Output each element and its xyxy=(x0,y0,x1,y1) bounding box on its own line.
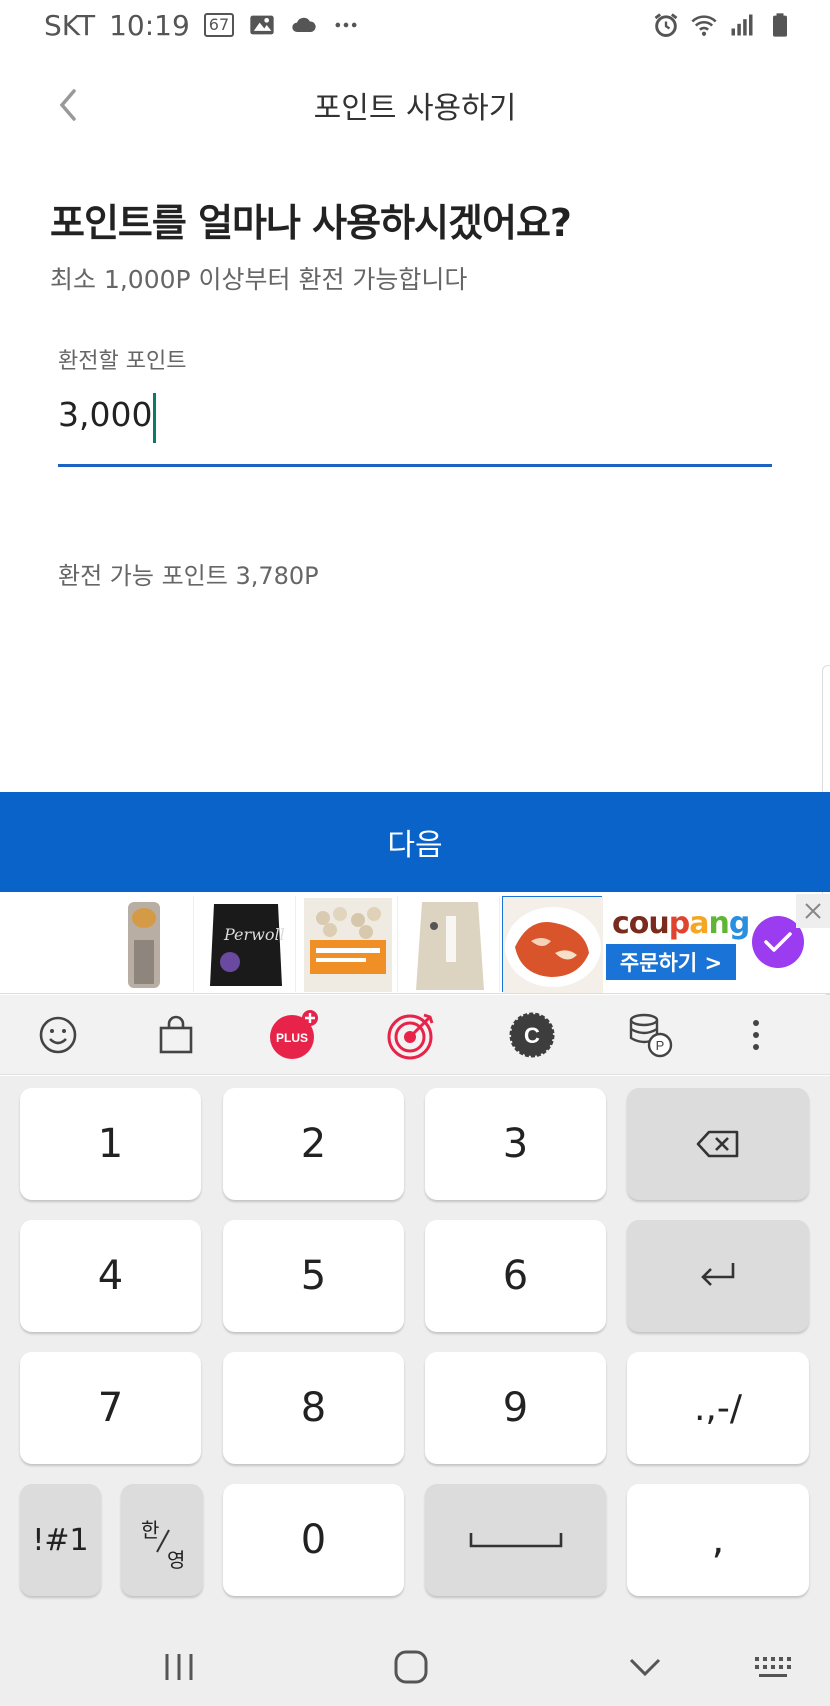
punctuation-key[interactable]: .,-/ xyxy=(627,1352,809,1464)
page-title: 포인트 사용하기 xyxy=(313,91,517,126)
points-input[interactable]: 3,000 xyxy=(58,393,772,467)
chevron-down-icon xyxy=(629,1658,661,1677)
battery-icon xyxy=(773,13,787,37)
more-options-button[interactable] xyxy=(730,1009,782,1061)
carrier-label: SKT xyxy=(44,8,96,42)
ad-product-thumbnail[interactable] xyxy=(298,896,398,992)
home-button[interactable] xyxy=(386,1644,436,1690)
key-6[interactable]: 6 xyxy=(425,1220,606,1332)
home-icon xyxy=(394,1650,428,1684)
points-input-value: 3,000 xyxy=(58,395,153,434)
key-1[interactable]: 1 xyxy=(20,1088,201,1200)
keyboard-icon xyxy=(755,1657,791,1677)
comma-key[interactable]: , xyxy=(627,1484,809,1596)
key-7[interactable]: 7 xyxy=(20,1352,201,1464)
hide-keyboard-button[interactable] xyxy=(620,1644,670,1690)
c-coin-button[interactable]: C xyxy=(506,1009,558,1061)
status-time: 10:19 xyxy=(109,8,190,42)
status-bar: SKT 10:19 67 xyxy=(0,0,830,50)
shopping-button[interactable] xyxy=(150,1009,202,1061)
key-4[interactable]: 4 xyxy=(20,1220,201,1332)
question-heading: 포인트를 얼마나 사용하시겠어요? xyxy=(50,201,572,245)
enter-key[interactable] xyxy=(627,1220,809,1332)
wifi-icon xyxy=(691,15,717,36)
image-icon xyxy=(250,15,274,35)
plus-button[interactable]: PLUS xyxy=(268,1009,320,1061)
text-caret xyxy=(153,393,157,443)
alarm-icon xyxy=(654,13,678,37)
back-button[interactable] xyxy=(44,82,90,128)
notification-badge: 67 xyxy=(203,13,235,37)
key-2[interactable]: 2 xyxy=(223,1088,404,1200)
signal-icon xyxy=(731,14,753,36)
more-dots-icon xyxy=(335,22,357,28)
key-9[interactable]: 9 xyxy=(425,1352,606,1464)
emoji-icon xyxy=(39,1016,77,1054)
recent-apps-button[interactable] xyxy=(154,1644,204,1690)
svg-text:Perwoll: Perwoll xyxy=(223,925,285,944)
backspace-icon xyxy=(696,1130,739,1158)
keyboard-switch-button[interactable] xyxy=(748,1644,798,1690)
ad-close-button[interactable] xyxy=(796,894,830,928)
numeric-keyboard: 1 2 3 4 5 6 7 8 9 .,-/ !#1 한 영 0 , xyxy=(0,1076,830,1628)
key-5[interactable]: 5 xyxy=(223,1220,404,1332)
symbols-key[interactable]: !#1 xyxy=(20,1484,101,1596)
minimum-notice: 최소 1,000P 이상부터 환전 가능합니다 xyxy=(50,265,468,294)
available-points: 환전 가능 포인트 3,780P xyxy=(58,562,319,590)
point-coins-icon: P xyxy=(629,1013,673,1058)
plus-label: PLUS xyxy=(276,1031,308,1045)
emoji-button[interactable] xyxy=(32,1009,84,1061)
order-now-button[interactable]: 주문하기 > xyxy=(606,944,736,980)
p-label: P xyxy=(656,1038,665,1053)
chevron-left-icon xyxy=(59,89,76,121)
keyboard-toolbar: PLUS C P xyxy=(0,995,830,1075)
backspace-key[interactable] xyxy=(627,1088,809,1200)
points-field-label: 환전할 포인트 xyxy=(58,349,187,374)
key-3[interactable]: 3 xyxy=(425,1088,606,1200)
next-button[interactable]: 다음 xyxy=(0,792,830,892)
plus-icon: PLUS xyxy=(270,1010,318,1059)
recent-apps-icon xyxy=(165,1654,193,1680)
key-8[interactable]: 8 xyxy=(223,1352,404,1464)
key-0[interactable]: 0 xyxy=(223,1484,404,1596)
ad-product-thumbnail[interactable] xyxy=(94,896,194,992)
enter-icon xyxy=(701,1263,735,1286)
target-button[interactable] xyxy=(386,1009,438,1061)
more-vertical-icon xyxy=(753,1020,759,1050)
ad-product-thumbnail-selected[interactable] xyxy=(502,896,603,993)
space-key[interactable] xyxy=(425,1484,606,1596)
close-icon xyxy=(805,903,821,919)
language-toggle-key[interactable]: 한 영 xyxy=(121,1484,203,1596)
shopping-bag-icon xyxy=(159,1015,193,1054)
lang-english-label: 영 xyxy=(167,1548,186,1572)
system-navigation-bar xyxy=(0,1628,830,1706)
target-icon xyxy=(387,1013,434,1060)
app-header: 포인트 사용하기 xyxy=(0,70,830,140)
space-icon xyxy=(469,1533,562,1548)
ad-product-thumbnail[interactable] xyxy=(400,896,500,992)
coupang-logo: coupang xyxy=(612,906,750,941)
ad-product-thumbnail[interactable]: Perwoll xyxy=(196,896,296,992)
cloud-icon xyxy=(292,17,316,32)
point-button[interactable]: P xyxy=(624,1009,676,1061)
ad-banner[interactable]: Perwoll coupang 주문하기 > xyxy=(0,894,830,994)
c-label: C xyxy=(524,1023,540,1048)
c-coin-icon: C xyxy=(509,1012,555,1058)
